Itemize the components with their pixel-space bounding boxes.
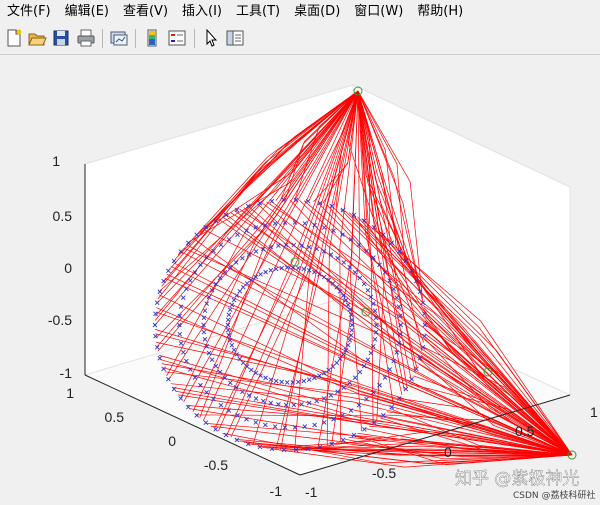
menu-insert[interactable]: 插入(I) <box>175 0 229 24</box>
z-tick-label: -0.5 <box>48 312 72 328</box>
z-tick-label: -1 <box>60 365 73 381</box>
toolbar-separator <box>135 29 136 48</box>
menu-tools[interactable]: 工具(T) <box>229 0 287 24</box>
x-tick-label: 0 <box>444 444 452 460</box>
x-tick-label: -1 <box>305 484 318 500</box>
colorbar-icon[interactable] <box>142 28 162 48</box>
menu-view[interactable]: 查看(V) <box>116 0 175 24</box>
menu-window[interactable]: 窗口(W) <box>347 0 410 24</box>
legend-icon[interactable] <box>167 28 187 48</box>
menu-bar: 文件(F) 编辑(E) 查看(V) 插入(I) 工具(T) 桌面(D) 窗口(W… <box>0 0 600 24</box>
y-tick-label: 0.5 <box>105 409 125 425</box>
open-file-icon[interactable] <box>27 28 47 48</box>
menu-file[interactable]: 文件(F) <box>0 0 58 24</box>
save-icon[interactable] <box>51 28 71 48</box>
plot-3d[interactable]: 1 0.5 0 -0.5 -1 1 0.5 0 -0.5 -1 -1 -0.5 … <box>0 55 600 505</box>
z-axis-ticks: 1 0.5 0 -0.5 -1 <box>48 153 72 381</box>
new-figure-icon[interactable] <box>4 28 24 48</box>
menu-edit[interactable]: 编辑(E) <box>58 0 116 24</box>
y-tick-label: -0.5 <box>204 457 228 473</box>
x-tick-label: 1 <box>590 404 598 420</box>
toolbar-separator <box>102 29 103 48</box>
x-tick-label: -0.5 <box>372 465 396 481</box>
link-plot-icon[interactable] <box>109 28 129 48</box>
watermark-main: 知乎 @紫极神光 <box>455 469 579 489</box>
watermark: 知乎 @紫极神光 CSDN @荔枝科研社 <box>455 469 596 501</box>
z-tick-label: 0 <box>64 260 72 276</box>
x-tick-label: 0.5 <box>515 423 535 439</box>
property-editor-icon[interactable] <box>225 28 245 48</box>
menu-help[interactable]: 帮助(H) <box>410 0 470 24</box>
y-tick-label: 1 <box>66 385 74 401</box>
pointer-icon[interactable] <box>201 28 221 48</box>
figure-canvas[interactable]: 1 0.5 0 -0.5 -1 1 0.5 0 -0.5 -1 -1 -0.5 … <box>0 55 600 505</box>
toolbar-separator <box>194 29 195 48</box>
print-icon[interactable] <box>76 28 96 48</box>
watermark-sub: CSDN @荔枝科研社 <box>513 489 596 501</box>
y-tick-label: 0 <box>168 433 176 449</box>
y-tick-label: -1 <box>270 483 283 499</box>
menu-desktop[interactable]: 桌面(D) <box>287 0 347 24</box>
toolbar <box>0 24 600 55</box>
z-tick-label: 1 <box>52 153 60 169</box>
z-tick-label: 0.5 <box>53 208 73 224</box>
